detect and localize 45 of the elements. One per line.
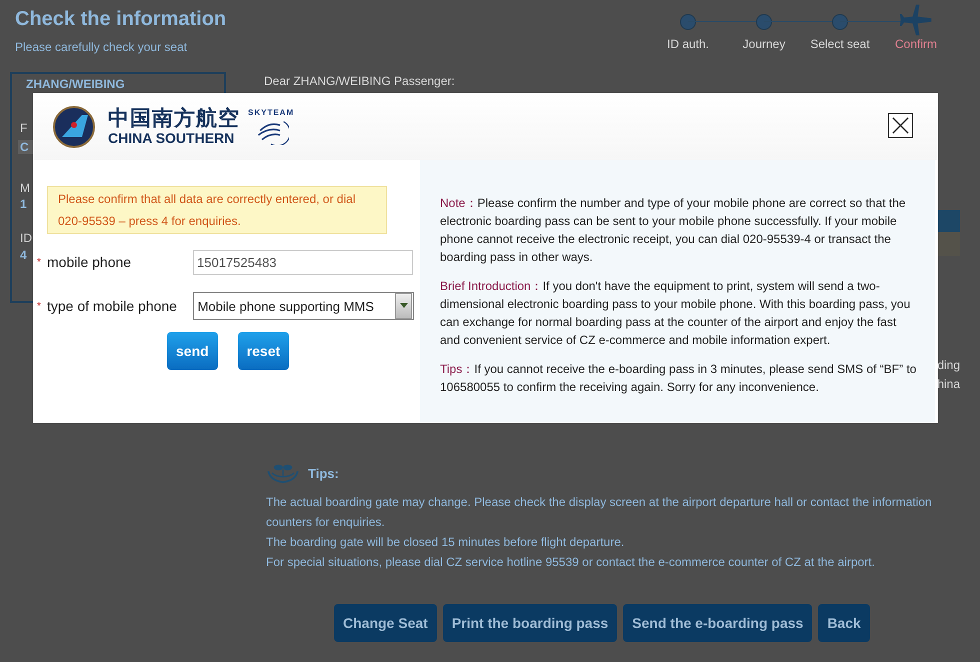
field-label: type of mobile phone — [46, 298, 178, 314]
page-subtitle: Please carefully check your seat — [15, 40, 188, 54]
tip-text: The actual boarding gate may change. Please check the display screen at the airport departure hall or contact the information counters for enquiries. — [266, 494, 933, 531]
action-button[interactable]: Send the e-boarding pass — [623, 604, 812, 642]
required-mark: * — [37, 300, 42, 312]
panel-edge — [938, 232, 960, 256]
cut-text: hina — [937, 376, 960, 393]
dialog-button[interactable]: send — [167, 332, 218, 370]
action-button[interactable]: Change Seat — [334, 604, 437, 642]
phone-type-dropdown[interactable]: Mobile phone supporting MMS — [192, 292, 414, 320]
dialog-button[interactable]: reset — [238, 332, 290, 370]
step-label: Journey — [742, 37, 786, 51]
card-text: 1 — [20, 197, 27, 211]
action-button[interactable]: Back — [818, 604, 870, 642]
note-text: Tips：If you cannot receive the e-boarding pass in 3 minutes, please send SMS of “BF” to 106580055 to confirm the receiving again. Sorry for any inconvenience. — [440, 361, 917, 396]
panel-edge — [938, 210, 960, 232]
dropdown-arrow-icon — [400, 303, 408, 309]
tips-title: Tips: — [308, 466, 339, 480]
step-label: Confirm — [894, 37, 937, 51]
action-button[interactable]: Print the boarding pass — [442, 604, 618, 642]
required-mark: * — [37, 256, 42, 268]
warning-message: Please confirm that all data are correctly entered, or dial 020-95539 – press 4 for enquiries. — [47, 186, 387, 234]
hands-leaf-icon — [266, 462, 300, 484]
close-icon — [891, 116, 910, 135]
logo-chinese-text: 中国南方航空 — [108, 108, 240, 129]
alliance-name: SKYTEAM — [248, 108, 294, 116]
logo-english-text: CHINA SOUTHERN — [108, 131, 236, 145]
close-button[interactable] — [888, 113, 913, 138]
step-label: Select seat — [810, 37, 870, 51]
card-text: ID — [20, 231, 32, 245]
greeting-text: Dear ZHANG/WEIBING Passenger: — [264, 74, 456, 88]
airline-logo-icon — [52, 104, 96, 148]
note-text: Note：Please confirm the number and type of your mobile phone are correct so that the electronic boarding pass can be sent to your mobile phone successfully. If your mobile phone cannot receive the electronic receipt, you can dial 020-95539-4 or transact the boarding pass in other ways. — [440, 195, 907, 266]
card-text: M — [20, 181, 30, 195]
card-text: 4 — [20, 248, 27, 262]
step-label: ID auth. — [666, 37, 710, 51]
note-text: Brief Introduction：If you don't have the equipment to print, system will send a two-dimensional electronic boarding pass to your mobile phone. With this boarding pass, you can exchange for normal boarding pass at the counter of the airport and enjoy the fast and convenient service of CZ e-commerce and mobile information expert. — [440, 278, 912, 349]
card-text: F — [20, 121, 28, 135]
page-title: Check the information — [15, 8, 226, 31]
tip-text: The boarding gate will be closed 15 minutes before flight departure. — [266, 534, 626, 551]
cut-text: ding — [937, 357, 960, 374]
field-label: mobile phone — [47, 254, 132, 270]
passenger-name: ZHANG/WEIBING — [25, 76, 126, 91]
tip-text: For special situations, please dial CZ service hotline 95539 or contact the e-commerce counter of CZ at the airport. — [266, 554, 876, 571]
phone-input[interactable]: 15017525483 — [193, 250, 413, 274]
